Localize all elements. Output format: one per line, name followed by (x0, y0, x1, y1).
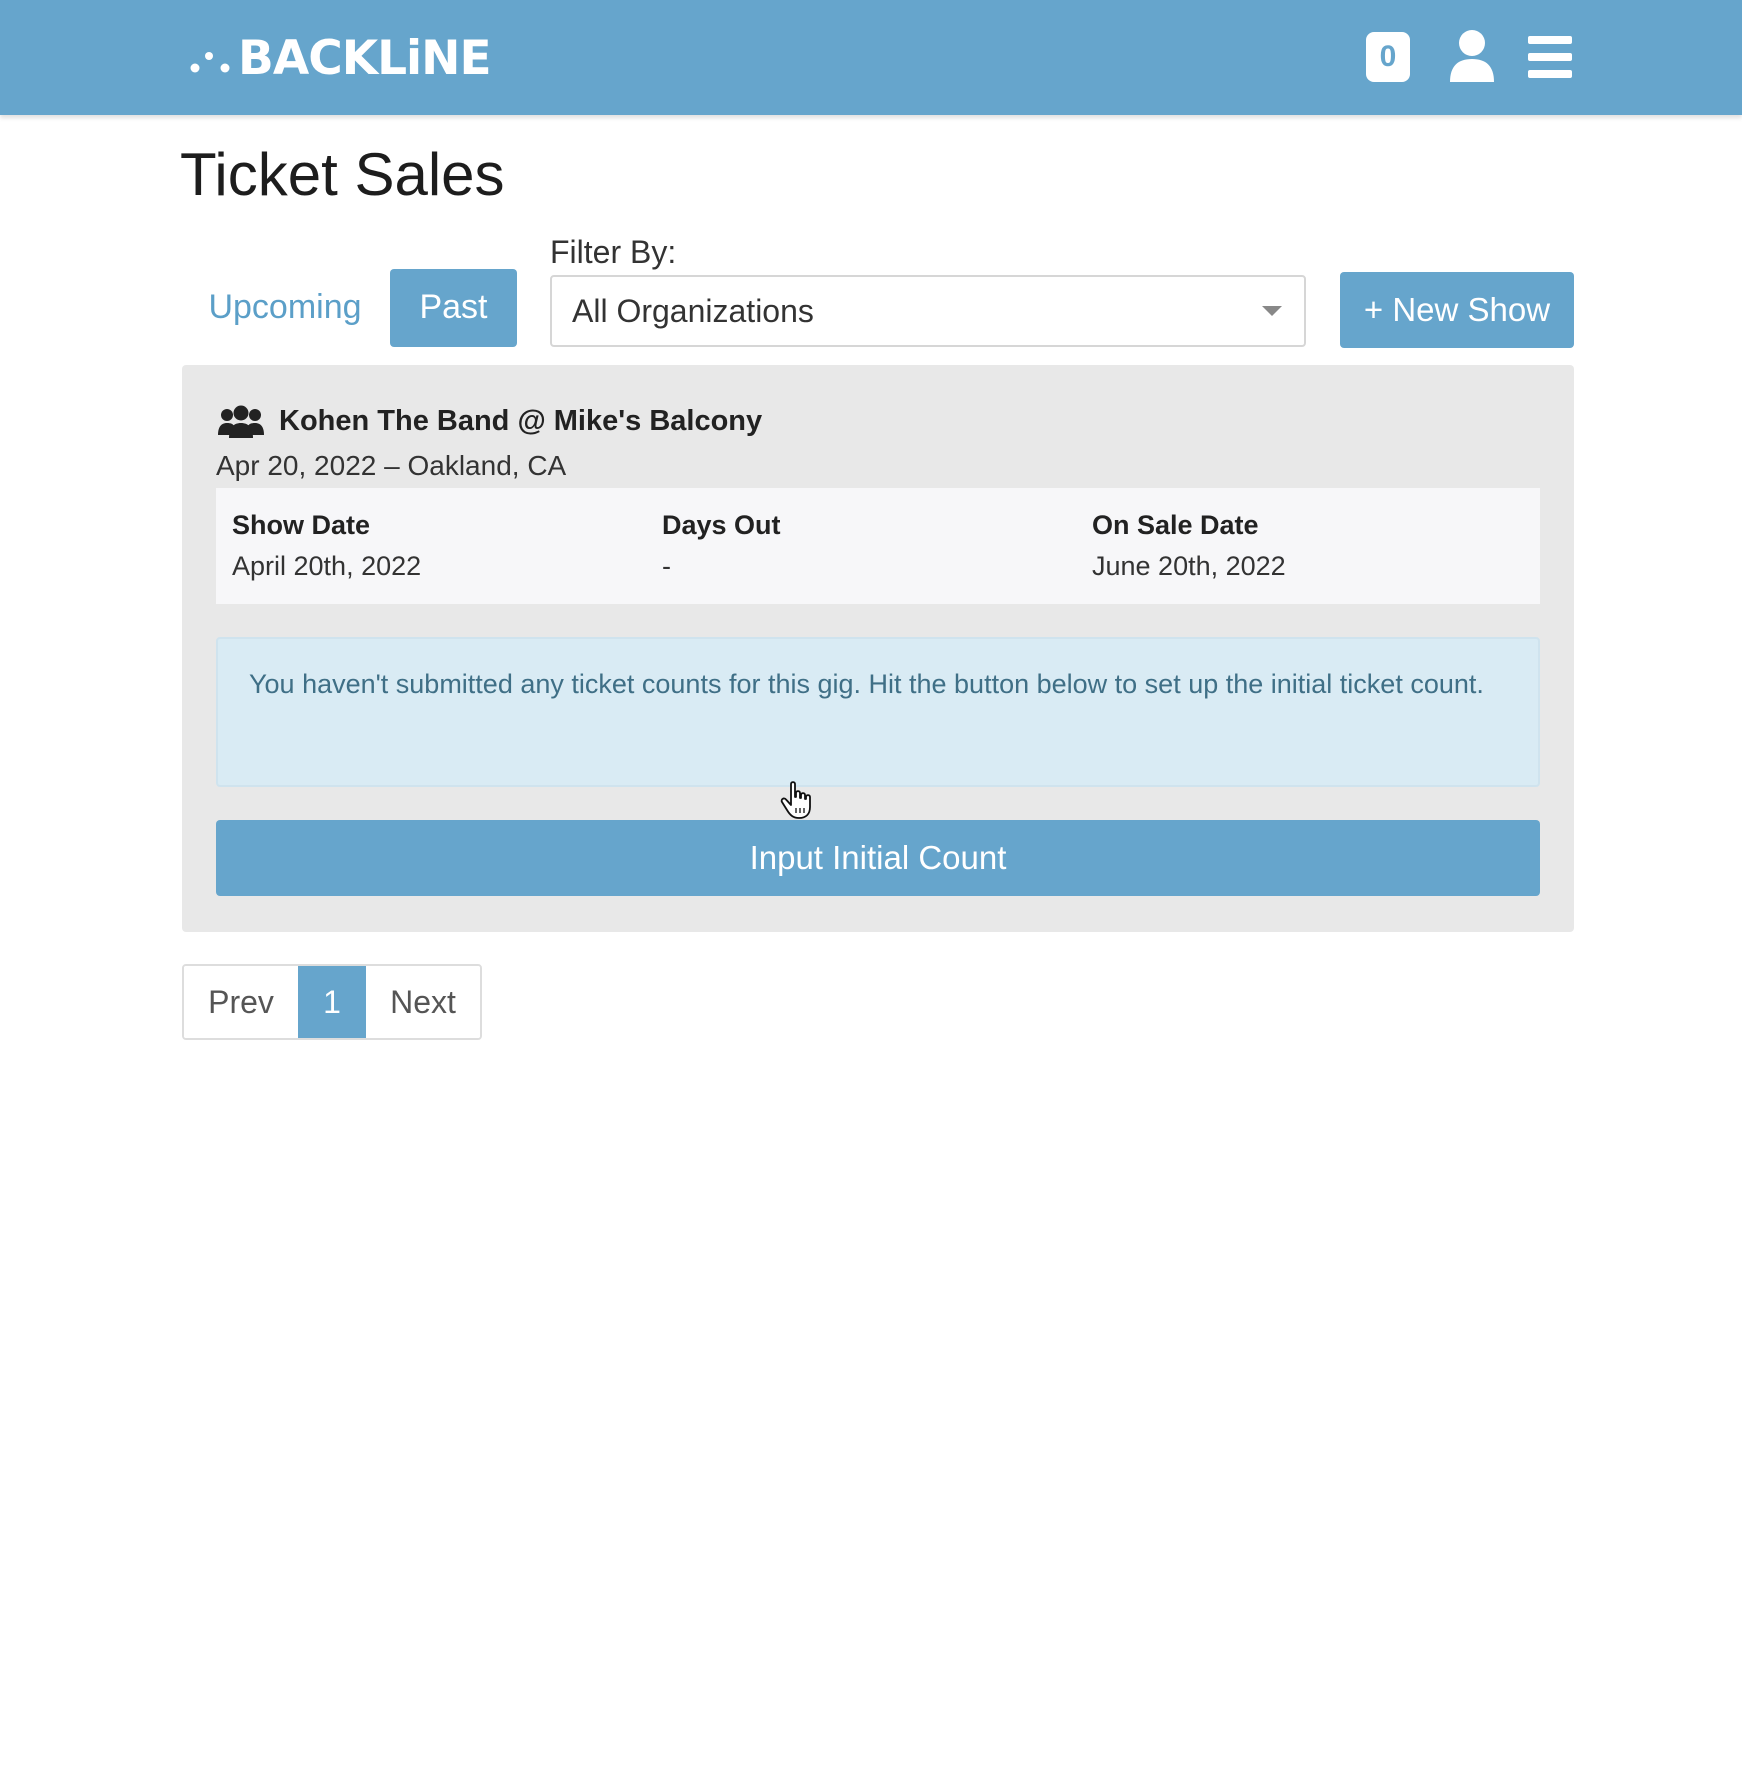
on-sale-date-header: On Sale Date (1092, 510, 1259, 540)
pagination-prev[interactable]: Prev (184, 966, 298, 1038)
info-alert: You haven't submitted any ticket counts … (216, 637, 1540, 787)
filter-label: Filter By: (550, 234, 677, 270)
group-icon (218, 405, 264, 438)
alert-message: You haven't submitted any ticket counts … (249, 669, 1484, 699)
cart-count-badge[interactable]: 0 (1366, 32, 1410, 82)
show-date-column: Show Date April 20th, 2022 (216, 488, 646, 604)
user-account-button[interactable] (1448, 28, 1496, 84)
top-navbar: BACKLiNE 0 (0, 0, 1742, 115)
new-show-button[interactable]: + New Show (1340, 272, 1574, 348)
pagination: Prev 1 Next (182, 964, 482, 1040)
logo-dots-icon (190, 52, 230, 73)
days-out-header: Days Out (662, 510, 781, 540)
show-date-value: April 20th, 2022 (232, 551, 422, 581)
logo-text: BACKLiNE (238, 30, 492, 86)
on-sale-date-column: On Sale Date June 20th, 2022 (1076, 488, 1540, 604)
tab-past[interactable]: Past (390, 269, 517, 347)
main-menu-button[interactable] (1528, 34, 1572, 80)
pagination-next[interactable]: Next (366, 966, 480, 1038)
on-sale-date-value: June 20th, 2022 (1092, 551, 1286, 581)
show-card: Kohen The Band @ Mike's Balcony Apr 20, … (182, 365, 1574, 932)
hamburger-menu-icon (1528, 36, 1572, 78)
show-date-header: Show Date (232, 510, 371, 540)
show-title[interactable]: Kohen The Band @ Mike's Balcony (279, 401, 762, 441)
user-icon (1450, 30, 1494, 82)
days-out-value: - (662, 551, 671, 581)
input-initial-count-button[interactable]: Input Initial Count (216, 820, 1540, 896)
organization-filter-select[interactable]: All Organizations (550, 275, 1306, 347)
days-out-column: Days Out - (646, 488, 1076, 604)
page-title: Ticket Sales (180, 141, 505, 208)
hand-pointer-cursor-icon (780, 781, 811, 819)
backline-logo[interactable]: BACKLiNE (188, 26, 492, 90)
show-date-location: Apr 20, 2022 – Oakland, CA (216, 450, 567, 481)
show-info-table: Show Date April 20th, 2022 Days Out - On… (216, 488, 1540, 604)
organization-filter-value: All Organizations (572, 293, 814, 329)
pagination-page-1[interactable]: 1 (298, 966, 366, 1038)
chevron-down-icon (1262, 306, 1282, 316)
tab-upcoming[interactable]: Upcoming (195, 268, 375, 346)
